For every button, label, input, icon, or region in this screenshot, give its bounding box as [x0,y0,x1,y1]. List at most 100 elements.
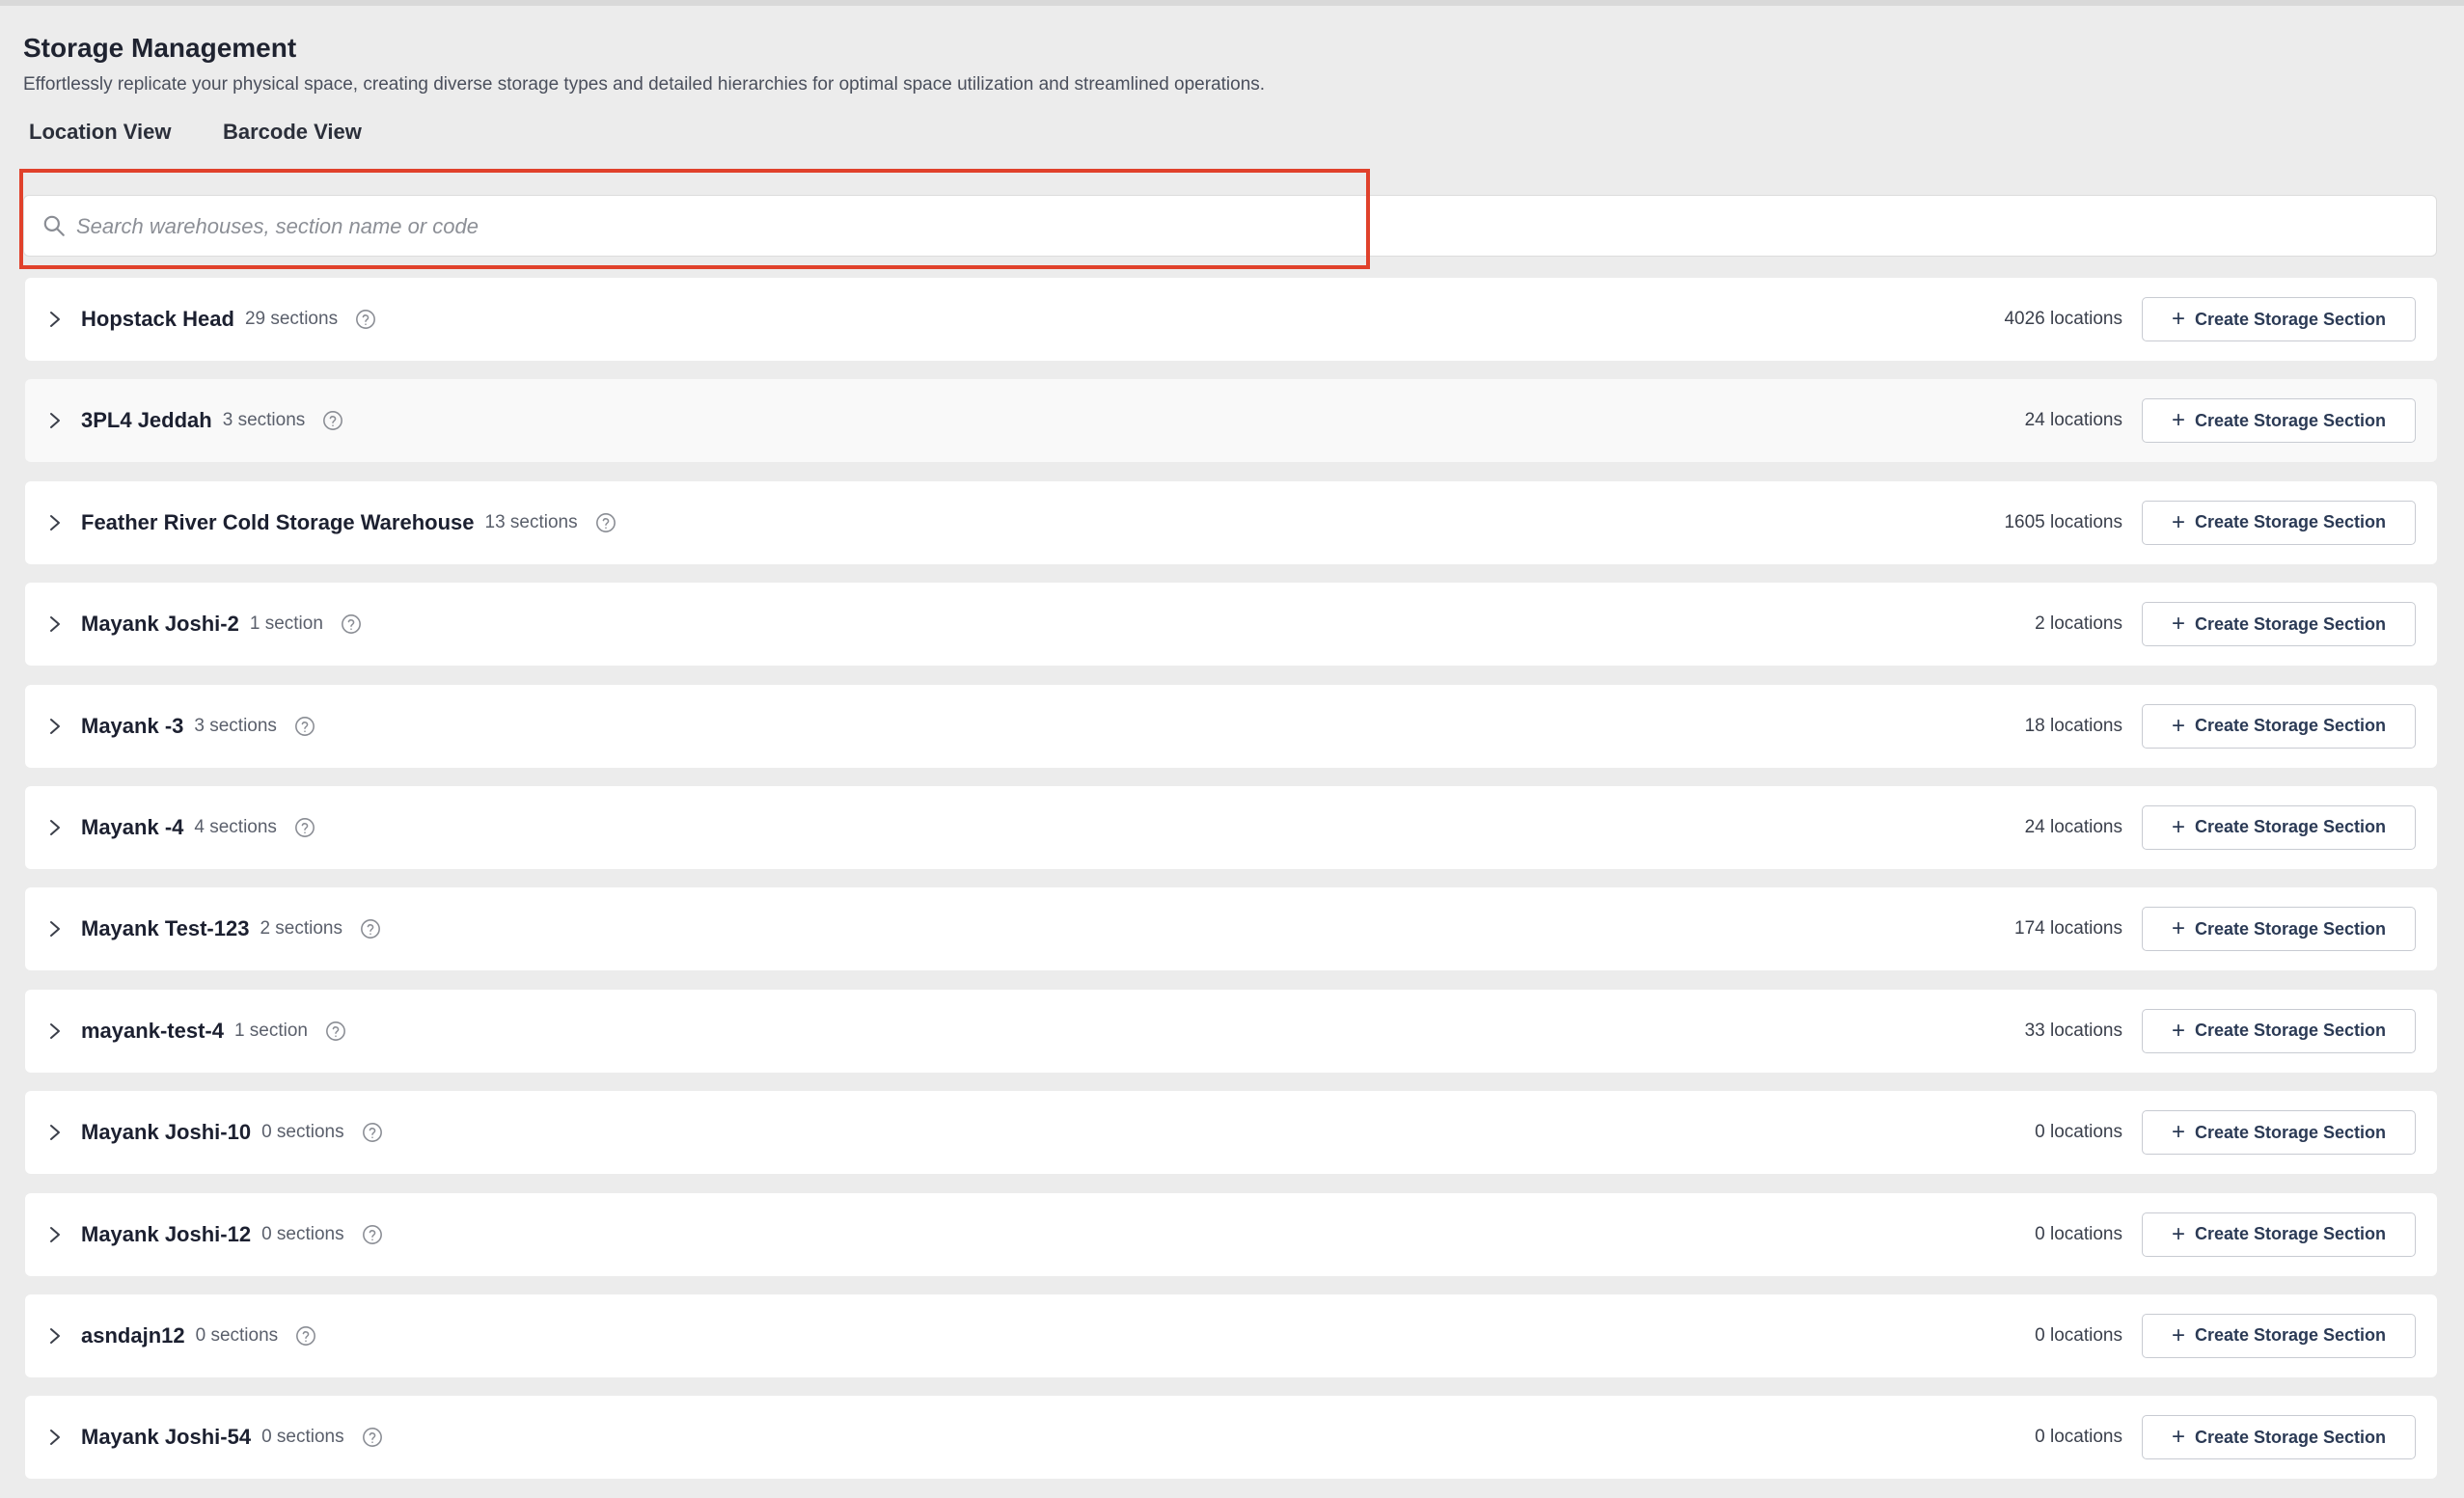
plus-icon: + [2171,1017,2185,1044]
help-circle-icon[interactable] [295,1325,316,1347]
chevron-right-icon[interactable] [48,1426,62,1449]
warehouse-name: Mayank Joshi-10 [81,1120,252,1145]
create-storage-section-label: Create Storage Section [2194,1427,2387,1447]
warehouse-list: Hopstack Head 29 sections 4026 locations… [25,278,2437,1498]
warehouse-row[interactable]: Hopstack Head 29 sections 4026 locations… [25,278,2437,361]
warehouse-name: asndajn12 [81,1322,185,1348]
create-storage-section-button[interactable]: + Create Storage Section [2142,1008,2416,1053]
help-circle-icon[interactable] [325,1021,346,1042]
section-count: 13 sections [484,511,578,532]
create-storage-section-button[interactable]: + Create Storage Section [2142,1212,2416,1257]
create-storage-section-button[interactable]: + Create Storage Section [2142,907,2416,952]
create-storage-section-button[interactable]: + Create Storage Section [2142,804,2416,850]
page-title: Storage Management [23,33,297,63]
warehouse-row[interactable]: 3PL4 Jeddah 3 sections 24 locations + Cre… [25,379,2437,463]
chevron-right-icon[interactable] [48,1020,62,1043]
top-divider [0,0,2464,6]
location-count: 1605 locations [2004,511,2122,532]
chevron-right-icon[interactable] [48,308,62,331]
warehouse-row[interactable]: asndajn12 0 sections 0 locations + Create… [25,1294,2437,1377]
create-storage-section-button[interactable]: + Create Storage Section [2142,1110,2416,1156]
warehouse-row[interactable]: Mayank Joshi-10 0 sections 0 locations +… [25,1091,2437,1175]
help-circle-icon[interactable] [362,1427,383,1448]
warehouse-name: Mayank Joshi-54 [81,1425,252,1450]
plus-icon: + [2171,1321,2185,1348]
plus-icon: + [2171,508,2185,535]
section-count: 4 sections [194,816,277,837]
section-count: 0 sections [261,1122,344,1143]
plus-icon: + [2171,1424,2185,1451]
chevron-right-icon[interactable] [48,715,62,738]
active-tab-indicator [23,170,175,173]
section-count: 3 sections [222,410,306,431]
chevron-right-icon[interactable] [48,409,62,432]
search-bar[interactable] [23,195,2437,257]
create-storage-section-button[interactable]: + Create Storage Section [2142,703,2416,749]
warehouse-row[interactable]: Feather River Cold Storage Warehouse 13 … [25,480,2437,564]
help-circle-icon[interactable] [362,1224,383,1245]
help-circle-icon[interactable] [341,613,362,635]
chevron-right-icon[interactable] [48,816,62,839]
plus-icon: + [2171,611,2185,638]
plus-icon: + [2171,306,2185,332]
section-count: 0 sections [261,1223,344,1244]
create-storage-section-label: Create Storage Section [2194,817,2387,837]
location-count: 174 locations [2014,918,2122,940]
warehouse-row[interactable]: mayank-test-4 1 section 33 locations + Cr… [25,989,2437,1073]
create-storage-section-button[interactable]: + Create Storage Section [2142,297,2416,341]
warehouse-name: 3PL4 Jeddah [81,408,212,433]
create-storage-section-label: Create Storage Section [2194,410,2387,430]
tab-location-view[interactable]: Location View [29,120,172,145]
create-storage-section-label: Create Storage Section [2194,1224,2387,1244]
warehouse-name: Mayank Test-123 [81,916,250,941]
create-storage-section-button[interactable]: + Create Storage Section [2142,398,2416,444]
warehouse-name: Hopstack Head [81,307,234,331]
help-circle-icon[interactable] [322,410,343,431]
create-storage-section-button[interactable]: + Create Storage Section [2142,1415,2416,1460]
location-count: 24 locations [2024,410,2122,431]
plus-icon: + [2171,712,2185,739]
location-count: 0 locations [2035,1427,2122,1448]
chevron-right-icon[interactable] [48,917,62,940]
location-count: 2 locations [2035,613,2122,635]
warehouse-name: Feather River Cold Storage Warehouse [81,509,475,534]
section-count: 29 sections [244,309,339,329]
location-count: 0 locations [2035,1324,2122,1346]
search-icon [43,215,65,236]
chevron-right-icon[interactable] [48,613,62,636]
warehouse-row[interactable]: Mayank Test-123 2 sections 174 locations… [25,887,2437,971]
create-storage-section-button[interactable]: + Create Storage Section [2142,500,2416,545]
warehouse-row[interactable]: Mayank -3 3 sections 18 locations + Creat… [25,684,2437,768]
section-count: 3 sections [194,715,277,736]
location-count: 4026 locations [2004,309,2122,329]
help-circle-icon[interactable] [294,817,315,838]
chevron-right-icon[interactable] [48,1121,62,1144]
location-count: 0 locations [2035,1223,2122,1244]
plus-icon: + [2171,1220,2185,1247]
warehouse-row[interactable]: Mayank Joshi-12 0 sections 0 locations +… [25,1192,2437,1276]
chevron-right-icon[interactable] [48,1223,62,1246]
create-storage-section-label: Create Storage Section [2194,309,2387,329]
chevron-right-icon[interactable] [48,1324,62,1348]
help-circle-icon[interactable] [595,512,616,533]
section-count: 1 section [233,1020,308,1041]
section-count: 0 sections [195,1324,279,1346]
location-count: 24 locations [2024,816,2122,837]
create-storage-section-button[interactable]: + Create Storage Section [2142,602,2416,647]
warehouse-row[interactable]: Mayank Joshi-54 0 sections 0 locations +… [25,1396,2437,1480]
search-input[interactable] [74,205,1332,248]
help-circle-icon[interactable] [355,309,376,330]
warehouse-row[interactable]: Mayank -4 4 sections 24 locations + Creat… [25,785,2437,869]
create-storage-section-label: Create Storage Section [2194,716,2387,736]
chevron-right-icon[interactable] [48,511,62,534]
warehouse-row[interactable]: Mayank Joshi-2 1 section 2 locations + Cr… [25,583,2437,667]
help-circle-icon[interactable] [362,1122,383,1143]
warehouse-name: Mayank -4 [81,814,184,839]
create-storage-section-button[interactable]: + Create Storage Section [2142,1313,2416,1358]
help-circle-icon[interactable] [360,918,381,940]
create-storage-section-label: Create Storage Section [2194,512,2387,532]
location-count: 18 locations [2024,715,2122,736]
help-circle-icon[interactable] [294,716,315,737]
create-storage-section-label: Create Storage Section [2194,1122,2387,1142]
tab-barcode-view[interactable]: Barcode View [223,120,362,145]
